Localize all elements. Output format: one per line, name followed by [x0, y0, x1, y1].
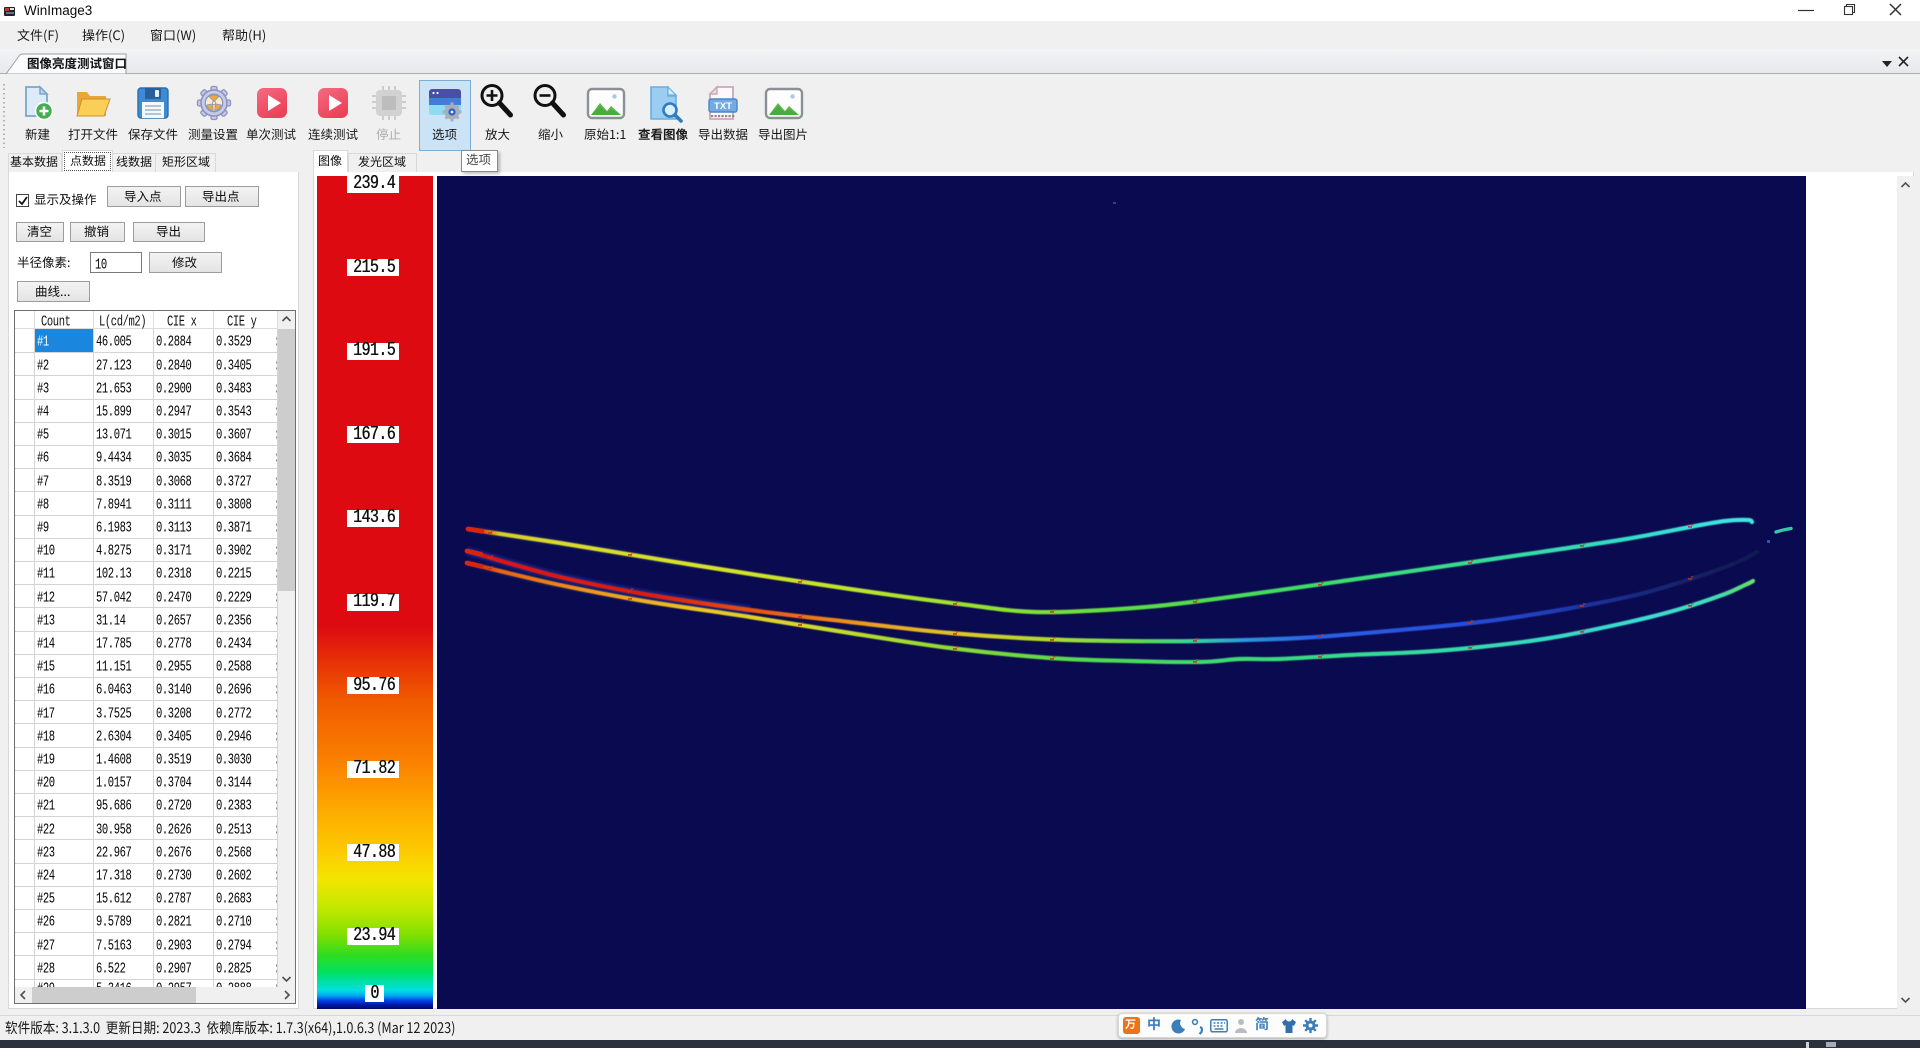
svg-text:TXT: TXT [714, 101, 732, 112]
